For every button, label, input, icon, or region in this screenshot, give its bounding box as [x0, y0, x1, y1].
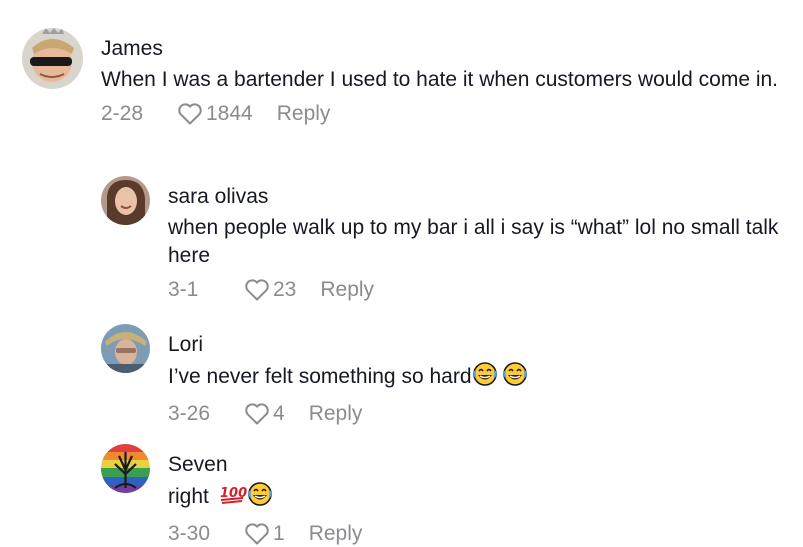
comment-text-content: I’ve never felt something so hard	[168, 365, 472, 388]
avatar[interactable]	[101, 444, 150, 493]
reply-button[interactable]: Reply	[320, 278, 374, 302]
laugh-emoji-icon	[247, 482, 273, 514]
like-count: 23	[273, 278, 297, 301]
heart-outline-icon	[245, 523, 269, 545]
comment-text: when people walk up to my bar i all i sa…	[168, 216, 779, 267]
comment-text: right 100	[168, 482, 798, 514]
comment-date: 2-28	[101, 102, 144, 125]
username[interactable]: James	[101, 37, 791, 61]
avatar[interactable]	[22, 28, 83, 89]
reply-button[interactable]: Reply	[309, 402, 363, 426]
avatar[interactable]	[101, 324, 150, 373]
like-count: 1844	[206, 102, 253, 125]
comment-date: 3-1	[168, 278, 199, 301]
heart-outline-icon	[245, 279, 269, 301]
laugh-emoji-icon	[472, 362, 498, 394]
comment-james: James When I was a bartender I used to h…	[22, 28, 791, 129]
comment-meta: 3-1 23 Reply	[168, 275, 798, 305]
comment-meta: 3-30 1 Reply	[168, 519, 798, 547]
comment-lori: Lori I’ve never felt something so hard 3…	[101, 324, 798, 429]
comment-thread: James When I was a bartender I used to h…	[0, 0, 803, 547]
avatar[interactable]	[101, 176, 150, 225]
like-count: 4	[273, 402, 285, 425]
heart-outline-icon	[245, 403, 269, 425]
reply-button[interactable]: Reply	[277, 102, 331, 126]
hundred-points-emoji-icon: 100	[219, 482, 247, 514]
laugh-emoji-icon	[502, 362, 528, 394]
username[interactable]: Seven	[168, 453, 798, 477]
heart-outline-icon	[178, 103, 202, 125]
comment-text: When I was a bartender I used to hate it…	[101, 68, 779, 91]
comment-date: 3-26	[168, 402, 211, 425]
like-button[interactable]: 23	[244, 278, 296, 302]
like-button[interactable]: 1844	[177, 102, 253, 126]
like-count: 1	[273, 522, 285, 545]
comment-seven: Seven right 100 3-30 1 Reply	[101, 444, 798, 547]
username[interactable]: Lori	[168, 333, 798, 357]
reply-button[interactable]: Reply	[309, 522, 363, 546]
comment-date: 3-30	[168, 522, 211, 545]
comment-text-content: right	[168, 485, 209, 508]
like-button[interactable]: 1	[244, 522, 285, 546]
comment-meta: 2-28 1844 Reply	[101, 99, 791, 129]
comment-sara-olivas: sara olivas when people walk up to my ba…	[101, 176, 798, 305]
like-button[interactable]: 4	[244, 402, 285, 426]
comment-text: I’ve never felt something so hard	[168, 362, 798, 394]
username[interactable]: sara olivas	[168, 185, 798, 209]
comment-meta: 3-26 4 Reply	[168, 399, 798, 429]
